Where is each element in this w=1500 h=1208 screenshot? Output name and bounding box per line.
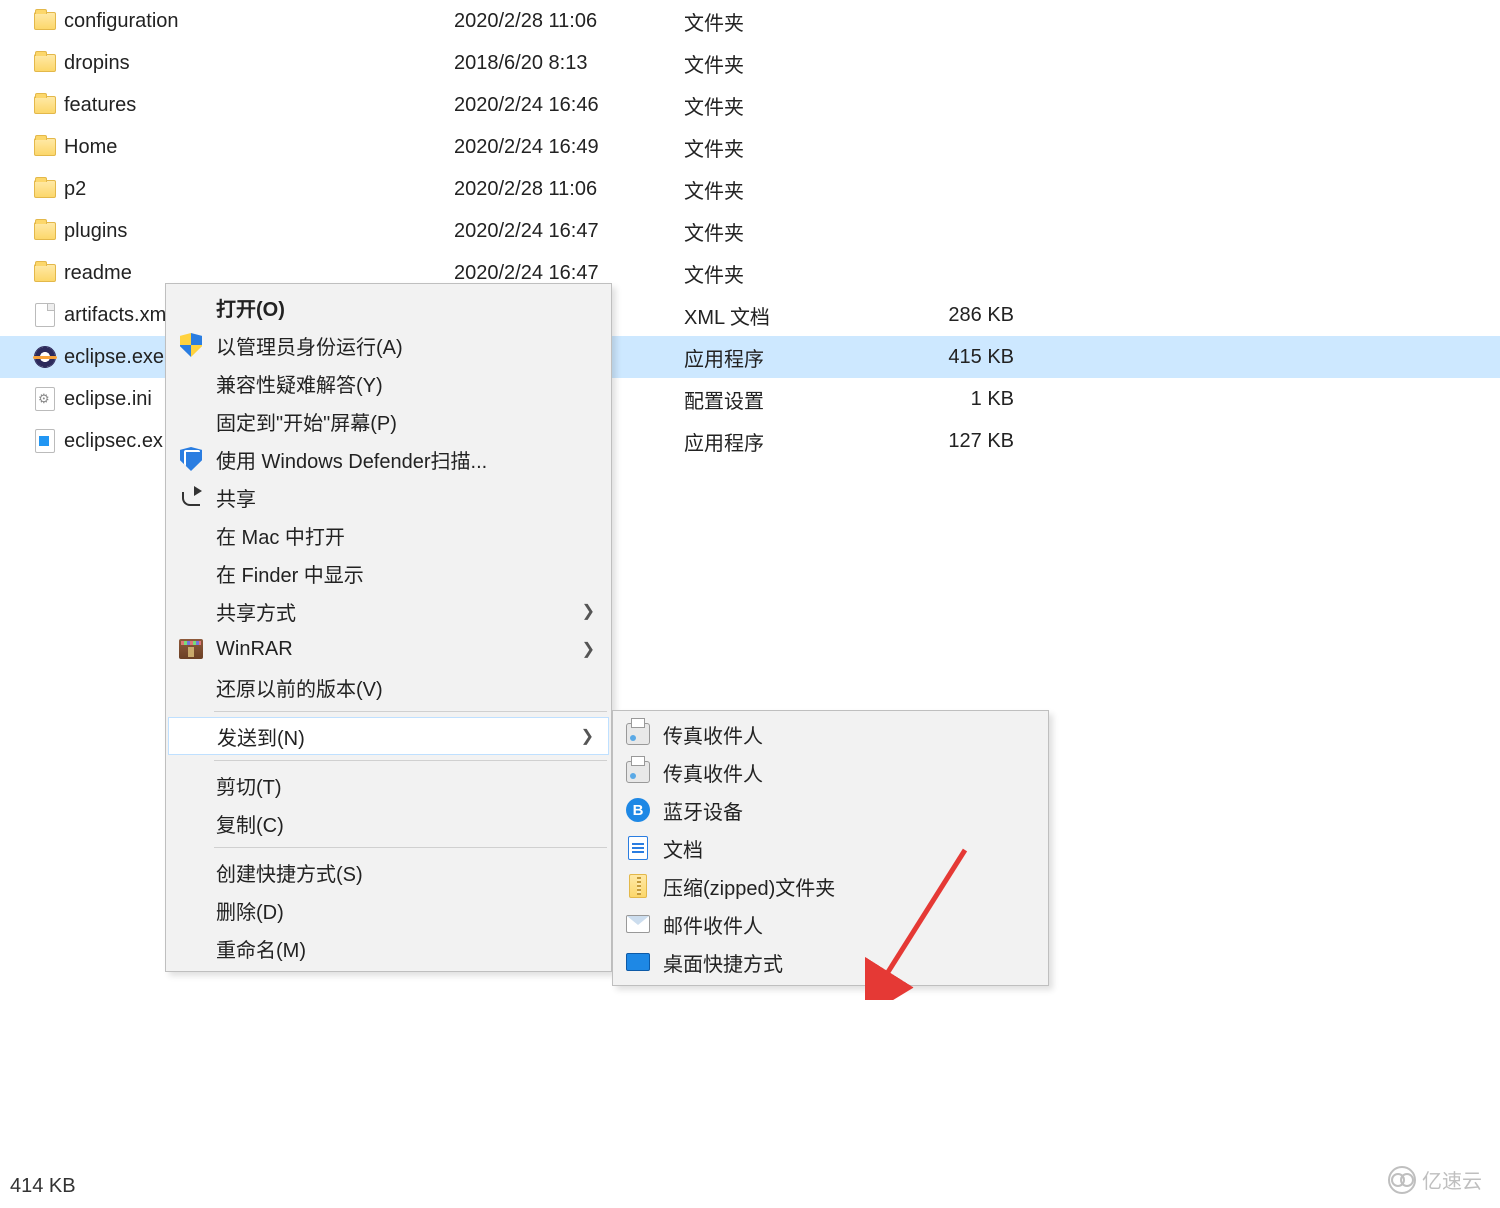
- file-type: 文件夹: [684, 7, 914, 36]
- eclipse-icon: [30, 346, 60, 368]
- folder-icon: [30, 12, 60, 30]
- menu-cut[interactable]: 剪切(T): [168, 766, 609, 804]
- folder-icon: [30, 222, 60, 240]
- file-type: 文件夹: [684, 133, 914, 162]
- defender-shield-icon: [178, 446, 204, 472]
- menu-defender-scan[interactable]: 使用 Windows Defender扫描...: [168, 440, 609, 478]
- watermark-logo-icon: [1388, 1166, 1416, 1194]
- menu-separator: [214, 760, 607, 761]
- file-size: 1 KB: [914, 388, 1014, 411]
- send-to-submenu: 传真收件人 传真收件人 B 蓝牙设备 文档 压缩(zipped)文件夹 邮件收件…: [612, 710, 1049, 986]
- watermark-text: 亿速云: [1422, 1165, 1482, 1194]
- bluetooth-icon: B: [625, 797, 651, 823]
- file-name: features: [60, 94, 454, 117]
- menu-separator: [214, 847, 607, 848]
- table-row[interactable]: Home 2020/2/24 16:49 文件夹: [0, 126, 1500, 168]
- chevron-right-icon: ❯: [582, 639, 595, 659]
- sendto-bluetooth[interactable]: B 蓝牙设备: [615, 791, 1046, 829]
- status-bar: 414 KB: [10, 1175, 76, 1198]
- menu-share[interactable]: 共享: [168, 478, 609, 516]
- file-name: Home: [60, 136, 454, 159]
- table-row[interactable]: p2 2020/2/28 11:06 文件夹: [0, 168, 1500, 210]
- table-row[interactable]: configuration 2020/2/28 11:06 文件夹: [0, 0, 1500, 42]
- winrar-icon: [178, 636, 204, 662]
- file-type: 文件夹: [684, 259, 914, 288]
- sendto-desktop-shortcut[interactable]: 桌面快捷方式: [615, 943, 1046, 981]
- sendto-mail-recipient[interactable]: 邮件收件人: [615, 905, 1046, 943]
- file-date: 2020/2/24 16:47: [454, 262, 684, 285]
- file-type: 文件夹: [684, 49, 914, 78]
- file-name: plugins: [60, 220, 454, 243]
- menu-run-as-admin[interactable]: 以管理员身份运行(A): [168, 326, 609, 364]
- chevron-right-icon: ❯: [581, 726, 594, 746]
- menu-rename[interactable]: 重命名(M): [168, 929, 609, 967]
- sendto-fax-recipient[interactable]: 传真收件人: [615, 753, 1046, 791]
- exe-icon: [30, 429, 60, 453]
- file-type: 应用程序: [684, 427, 914, 456]
- folder-icon: [30, 180, 60, 198]
- mail-icon: [625, 911, 651, 937]
- file-date: 2020/2/24 16:47: [454, 220, 684, 243]
- file-name: configuration: [60, 10, 454, 33]
- file-type: 配置设置: [684, 385, 914, 414]
- file-date: 2018/6/20 8:13: [454, 52, 684, 75]
- file-date: 2020/2/24 16:46: [454, 94, 684, 117]
- menu-share-method[interactable]: 共享方式 ❯: [168, 592, 609, 630]
- file-date: 2020/2/28 11:06: [454, 10, 684, 33]
- file-type: 文件夹: [684, 175, 914, 204]
- sendto-zipped-folder[interactable]: 压缩(zipped)文件夹: [615, 867, 1046, 905]
- file-type: 应用程序: [684, 343, 914, 372]
- sendto-documents[interactable]: 文档: [615, 829, 1046, 867]
- table-row[interactable]: dropins 2018/6/20 8:13 文件夹: [0, 42, 1500, 84]
- fax-icon: [625, 759, 651, 785]
- file-size: 286 KB: [914, 304, 1014, 327]
- menu-delete[interactable]: 删除(D): [168, 891, 609, 929]
- menu-restore-previous[interactable]: 还原以前的版本(V): [168, 668, 609, 706]
- file-name: p2: [60, 178, 454, 201]
- menu-winrar[interactable]: WinRAR ❯: [168, 630, 609, 668]
- file-size: 127 KB: [914, 430, 1014, 453]
- menu-send-to[interactable]: 发送到(N) ❯: [168, 717, 609, 755]
- file-size: 415 KB: [914, 346, 1014, 369]
- menu-compat-troubleshoot[interactable]: 兼容性疑难解答(Y): [168, 364, 609, 402]
- menu-copy[interactable]: 复制(C): [168, 804, 609, 842]
- menu-open[interactable]: 打开(O): [168, 288, 609, 326]
- table-row[interactable]: plugins 2020/2/24 16:47 文件夹: [0, 210, 1500, 252]
- table-row[interactable]: features 2020/2/24 16:46 文件夹: [0, 84, 1500, 126]
- status-size: 414 KB: [10, 1175, 76, 1197]
- file-date: 2020/2/28 11:06: [454, 178, 684, 201]
- sendto-fax-recipient[interactable]: 传真收件人: [615, 715, 1046, 753]
- share-icon: [178, 484, 204, 510]
- file-name: dropins: [60, 52, 454, 75]
- menu-show-in-finder[interactable]: 在 Finder 中显示: [168, 554, 609, 592]
- menu-open-in-mac[interactable]: 在 Mac 中打开: [168, 516, 609, 554]
- chevron-right-icon: ❯: [582, 601, 595, 621]
- folder-icon: [30, 264, 60, 282]
- document-icon: [625, 835, 651, 861]
- file-type: 文件夹: [684, 217, 914, 246]
- shield-icon: [178, 332, 204, 358]
- folder-icon: [30, 54, 60, 72]
- menu-pin-to-start[interactable]: 固定到"开始"屏幕(P): [168, 402, 609, 440]
- context-menu: 打开(O) 以管理员身份运行(A) 兼容性疑难解答(Y) 固定到"开始"屏幕(P…: [165, 283, 612, 972]
- ini-icon: [30, 387, 60, 411]
- file-icon: [30, 303, 60, 327]
- zip-icon: [625, 873, 651, 899]
- file-date: 2020/2/24 16:49: [454, 136, 684, 159]
- menu-create-shortcut[interactable]: 创建快捷方式(S): [168, 853, 609, 891]
- watermark: 亿速云: [1388, 1165, 1482, 1194]
- menu-separator: [214, 711, 607, 712]
- file-type: 文件夹: [684, 91, 914, 120]
- file-name: readme: [60, 262, 454, 285]
- desktop-icon: [625, 949, 651, 975]
- folder-icon: [30, 138, 60, 156]
- fax-icon: [625, 721, 651, 747]
- file-type: XML 文档: [684, 301, 914, 330]
- folder-icon: [30, 96, 60, 114]
